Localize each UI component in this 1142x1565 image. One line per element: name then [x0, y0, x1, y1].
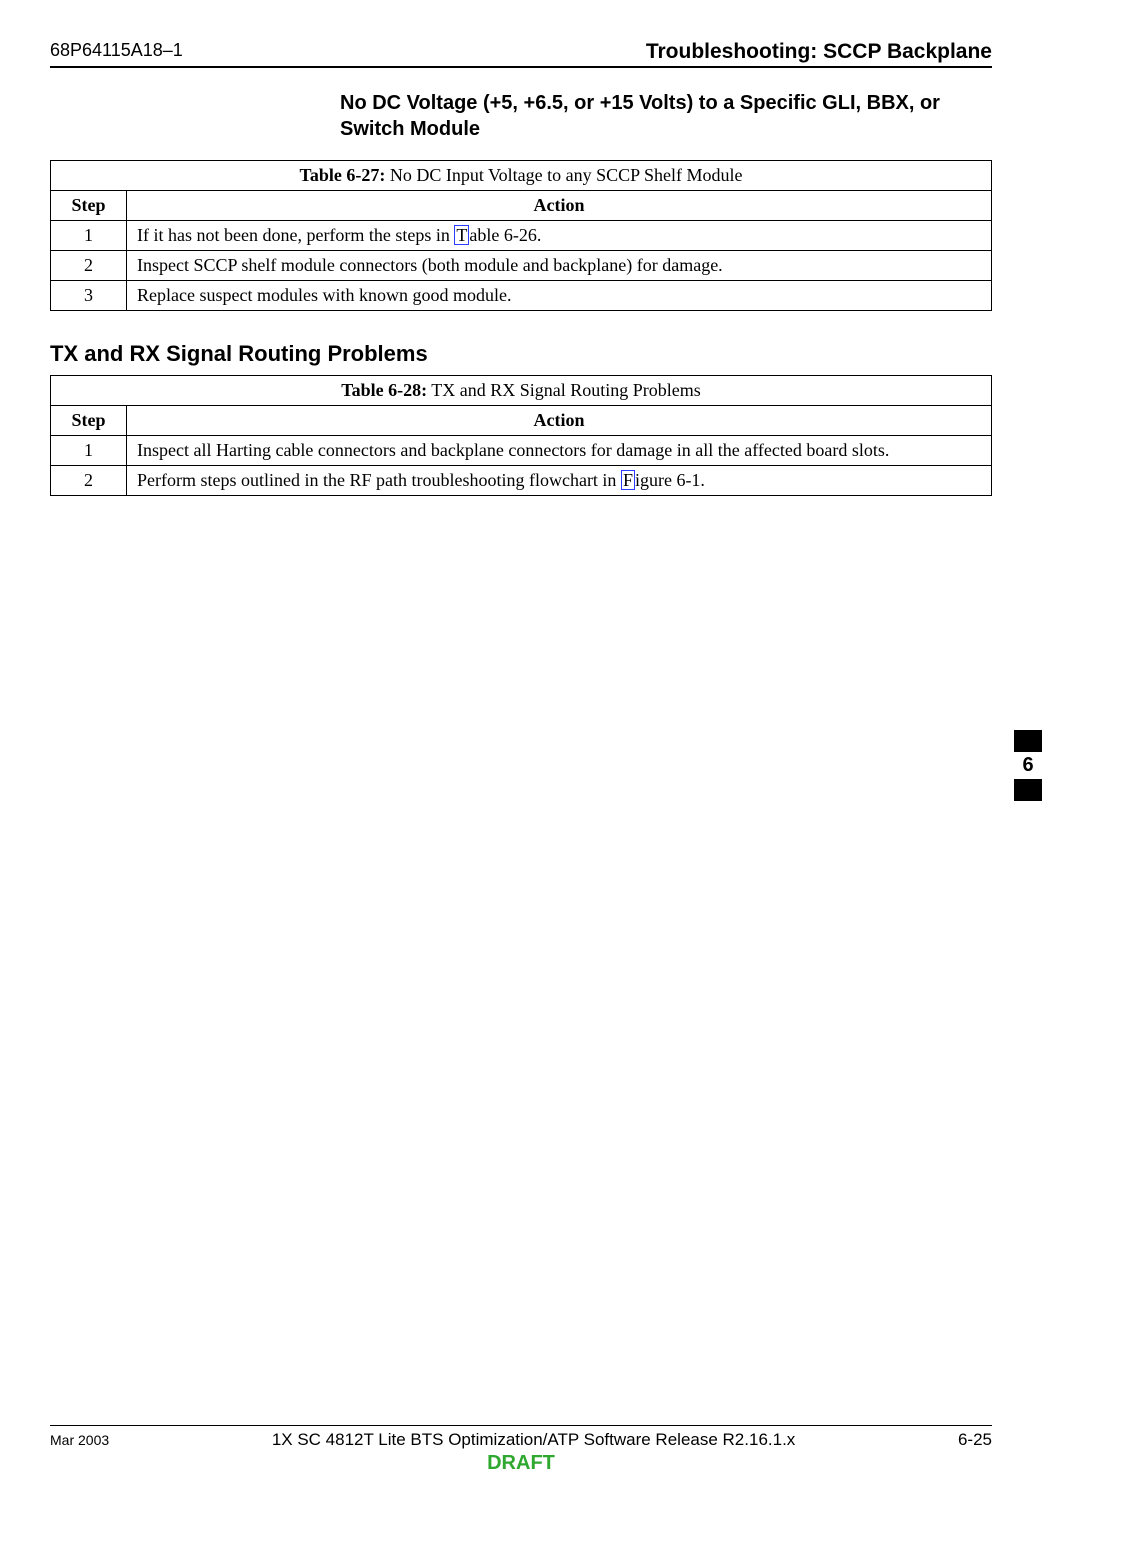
step-cell: 1 — [51, 436, 127, 466]
cross-ref-link[interactable]: F — [621, 470, 635, 490]
draft-watermark: DRAFT — [50, 1452, 992, 1475]
chapter-tab: 6 — [1014, 730, 1042, 801]
col-action: Action — [127, 191, 992, 221]
action-text: If it has not been done, perform the ste… — [137, 225, 454, 245]
step-cell: 3 — [51, 281, 127, 311]
page-title: Troubleshooting: SCCP Backplane — [646, 40, 992, 64]
tab-number: 6 — [1014, 752, 1042, 779]
footer-rule — [50, 1425, 992, 1426]
table-caption-bold: Table 6-27: — [299, 165, 385, 185]
table-6-28: Table 6-28: TX and RX Signal Routing Pro… — [50, 375, 992, 496]
page-footer: Mar 2003 1X SC 4812T Lite BTS Optimizati… — [50, 1425, 992, 1475]
cross-ref-link[interactable]: T — [454, 225, 469, 245]
step-cell: 2 — [51, 251, 127, 281]
table-header-row: Step Action — [51, 191, 992, 221]
table-header-row: Step Action — [51, 406, 992, 436]
table-row: 3 Replace suspect modules with known goo… — [51, 281, 992, 311]
action-cell: If it has not been done, perform the ste… — [127, 221, 992, 251]
table-caption-text: No DC Input Voltage to any SCCP Shelf Mo… — [385, 165, 742, 185]
page-header: 68P64115A18–1 Troubleshooting: SCCP Back… — [50, 40, 992, 66]
action-cell: Inspect SCCP shelf module connectors (bo… — [127, 251, 992, 281]
section-heading-tx-rx: TX and RX Signal Routing Problems — [50, 341, 992, 367]
action-text: igure 6-1. — [635, 470, 705, 490]
table-caption-row: Table 6-28: TX and RX Signal Routing Pro… — [51, 376, 992, 406]
header-rule — [50, 66, 992, 68]
table-caption-text: TX and RX Signal Routing Problems — [427, 380, 701, 400]
table-caption-row: Table 6-27: No DC Input Voltage to any S… — [51, 161, 992, 191]
table-6-27: Table 6-27: No DC Input Voltage to any S… — [50, 160, 992, 311]
col-step: Step — [51, 191, 127, 221]
step-cell: 2 — [51, 466, 127, 496]
tab-block-top — [1014, 730, 1042, 752]
step-cell: 1 — [51, 221, 127, 251]
footer-doc-title: 1X SC 4812T Lite BTS Optimization/ATP So… — [109, 1430, 958, 1450]
action-cell: Replace suspect modules with known good … — [127, 281, 992, 311]
action-cell: Perform steps outlined in the RF path tr… — [127, 466, 992, 496]
table-row: 1 If it has not been done, perform the s… — [51, 221, 992, 251]
table-caption-bold: Table 6-28: — [341, 380, 427, 400]
section-heading-no-dc: No DC Voltage (+5, +6.5, or +15 Volts) t… — [340, 90, 992, 142]
table-row: 2 Perform steps outlined in the RF path … — [51, 466, 992, 496]
col-step: Step — [51, 406, 127, 436]
action-text: able 6-26. — [469, 225, 541, 245]
col-action: Action — [127, 406, 992, 436]
footer-date: Mar 2003 — [50, 1432, 109, 1448]
action-cell: Inspect all Harting cable connectors and… — [127, 436, 992, 466]
table-row: 2 Inspect SCCP shelf module connectors (… — [51, 251, 992, 281]
tab-block-bottom — [1014, 779, 1042, 801]
doc-id: 68P64115A18–1 — [50, 40, 183, 64]
action-text: Perform steps outlined in the RF path tr… — [137, 470, 621, 490]
footer-page-number: 6-25 — [958, 1430, 992, 1450]
table-row: 1 Inspect all Harting cable connectors a… — [51, 436, 992, 466]
